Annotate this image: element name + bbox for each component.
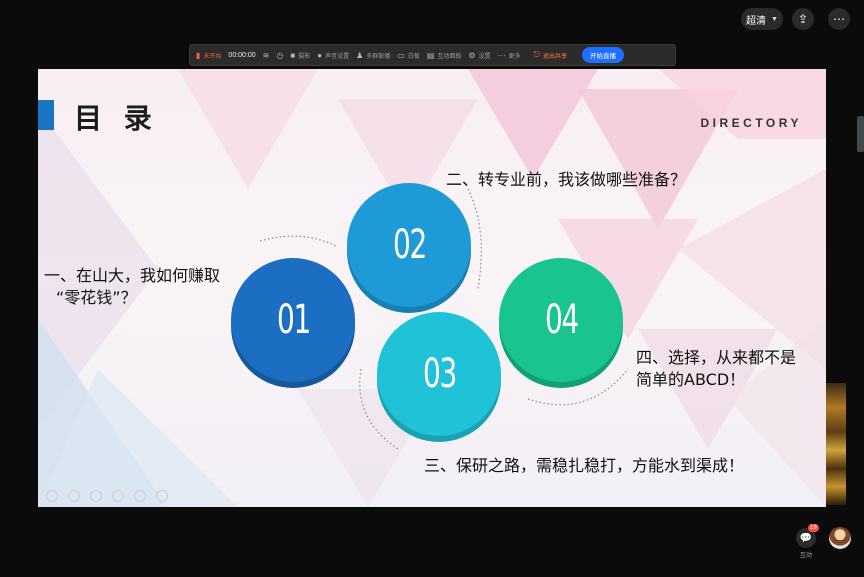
wifi-icon: ≋ xyxy=(262,50,270,60)
section-04-text: 四、选择，从来都不是 简单的ABCD！ xyxy=(636,348,797,389)
slide-nav-dot[interactable] xyxy=(134,490,146,502)
more-button[interactable]: ··· 更多 xyxy=(498,51,521,60)
multi-group-button[interactable]: ♟ 多群联播 xyxy=(356,51,390,60)
side-panel-handle[interactable] xyxy=(857,116,864,152)
section-02-circle[interactable]: 02 xyxy=(347,183,471,307)
live-toolbar: ▮ 未开始 00:00:00 ≋ ◷ ■ 摄影 ● 声音设置 ♟ 多群联播 ▭ 白板 ▤… xyxy=(189,44,676,66)
section-02-text: 二、转专业前，我该做哪些准备？ xyxy=(446,170,687,189)
chat-icon: ▤ xyxy=(426,50,435,60)
chevron-down-icon: ▼ xyxy=(771,15,778,23)
interaction-panel-button[interactable]: ▤ 互动面板 xyxy=(427,51,462,60)
quality-dropdown[interactable]: 超清 ▼ xyxy=(741,8,783,30)
camera-icon: ■ xyxy=(290,50,296,60)
clock-button[interactable]: ◷ xyxy=(276,51,283,60)
presentation-slide: 目 录 DIRECTORY 01 02 03 04 一、在山大，我如何赚取 “零… xyxy=(38,69,826,507)
person-icon: ♟ xyxy=(356,50,364,60)
avatar[interactable] xyxy=(829,527,851,549)
signal-bars-icon: ▮ xyxy=(196,50,201,60)
exit-icon: ⎋ xyxy=(533,50,540,59)
slide-nav-dot[interactable] xyxy=(68,490,80,502)
wifi-button[interactable]: ≋ xyxy=(263,51,270,60)
whiteboard-icon: ▭ xyxy=(397,50,405,60)
screen-share-viewer: 超清 ▼ ⇪ ⋯ ▮ 未开始 00:00:00 ≋ ◷ ■ 摄影 ● 声音设置 ♟ 多… xyxy=(0,0,864,577)
clock-icon: ◷ xyxy=(276,50,284,60)
quality-label: 超清 xyxy=(746,15,767,27)
live-timer: 00:00:00 xyxy=(228,51,256,59)
interact-label: 互动 xyxy=(799,553,812,559)
section-01-circle[interactable]: 01 xyxy=(231,258,355,382)
audio-settings-button[interactable]: ● 声音设置 xyxy=(317,51,349,60)
notification-badge: 19 xyxy=(808,524,819,532)
exit-share-button[interactable]: ⎋ 退出共享 xyxy=(534,50,567,60)
settings-button[interactable]: ⚙ 设置 xyxy=(468,51,490,60)
more-dots-icon: ··· xyxy=(497,50,506,60)
slide-nav-dot[interactable] xyxy=(156,490,168,502)
gear-icon: ⚙ xyxy=(468,50,476,60)
slide-nav-dots xyxy=(46,490,168,502)
section-01-text: 一、在山大，我如何赚取 “零花钱”？ xyxy=(44,266,221,307)
slide-nav-dot[interactable] xyxy=(90,490,102,502)
video-thumbnail-strip xyxy=(826,383,846,505)
more-icon[interactable]: ⋯ xyxy=(828,8,850,30)
mic-icon: ● xyxy=(317,50,323,60)
live-status: ▮ 未开始 xyxy=(196,50,222,60)
start-live-button[interactable]: 开始直播 xyxy=(581,47,624,63)
whiteboard-button[interactable]: ▭ 白板 xyxy=(397,51,420,60)
slide-nav-dot[interactable] xyxy=(112,490,124,502)
interact-button[interactable]: 💬 19 互动 xyxy=(794,524,819,559)
section-03-text: 三、保研之路，需稳扎稳打，方能水到渠成！ xyxy=(424,456,745,475)
slide-nav-dot[interactable] xyxy=(46,490,58,502)
camera-button[interactable]: ■ 摄影 xyxy=(290,51,310,60)
share-icon[interactable]: ⇪ xyxy=(792,8,814,30)
section-03-circle[interactable]: 03 xyxy=(377,312,501,436)
section-04-circle[interactable]: 04 xyxy=(499,258,623,382)
